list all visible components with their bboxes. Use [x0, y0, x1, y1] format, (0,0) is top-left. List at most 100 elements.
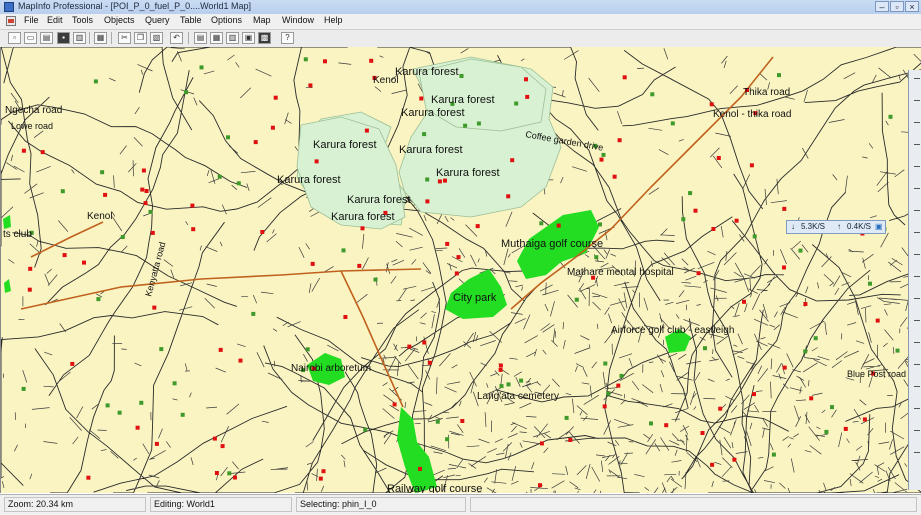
fuel-station-marker[interactable] [602, 404, 607, 409]
poi-marker[interactable] [459, 74, 464, 78]
fuel-station-marker[interactable] [711, 227, 716, 231]
fuel-station-marker[interactable] [40, 150, 45, 155]
fuel-station-marker[interactable] [392, 402, 397, 407]
fuel-station-marker[interactable] [27, 287, 32, 292]
poi-marker[interactable] [120, 235, 125, 239]
menu-help[interactable]: Help [324, 15, 343, 25]
menu-query[interactable]: Query [145, 15, 170, 25]
fuel-station-marker[interactable] [214, 471, 219, 475]
undo-button[interactable]: ↶ [170, 32, 183, 44]
fuel-station-marker[interactable] [524, 77, 528, 82]
fuel-station-marker[interactable] [360, 226, 365, 231]
poi-marker[interactable] [813, 336, 818, 341]
fuel-station-marker[interactable] [238, 358, 243, 363]
map-window[interactable]: Karura forest Karura forest Karura fores… [0, 47, 921, 493]
fuel-station-marker[interactable] [144, 189, 149, 193]
fuel-station-marker[interactable] [875, 318, 880, 323]
fuel-station-marker[interactable] [321, 469, 326, 474]
close-button[interactable]: × [905, 1, 919, 12]
fuel-station-marker[interactable] [538, 483, 542, 488]
new-grapher-button[interactable]: ▥ [226, 32, 239, 44]
poi-marker[interactable] [895, 348, 900, 353]
poi-marker[interactable] [670, 121, 675, 126]
poi-marker[interactable] [476, 121, 481, 126]
open-workspace-button[interactable]: ▤ [40, 32, 53, 44]
fuel-station-marker[interactable] [862, 417, 867, 422]
poi-marker[interactable] [425, 177, 430, 182]
fuel-station-marker[interactable] [749, 163, 754, 168]
poi-marker[interactable] [649, 421, 653, 426]
print-button[interactable]: ▦ [94, 32, 107, 44]
poi-marker[interactable] [305, 347, 310, 352]
poi-marker[interactable] [603, 361, 608, 366]
fuel-station-marker[interactable] [82, 260, 86, 265]
fuel-station-marker[interactable] [220, 444, 225, 449]
editing-status[interactable]: Editing: World1 [150, 497, 292, 512]
poi-marker[interactable] [601, 152, 606, 157]
fuel-station-marker[interactable] [364, 128, 369, 133]
fuel-station-marker[interactable] [143, 201, 148, 206]
fuel-station-marker[interactable] [616, 383, 621, 388]
fuel-station-marker[interactable] [460, 419, 465, 423]
poi-marker[interactable] [60, 189, 65, 194]
poi-marker[interactable] [514, 101, 519, 106]
fuel-station-marker[interactable] [803, 302, 808, 306]
fuel-station-marker[interactable] [308, 83, 313, 88]
fuel-station-marker[interactable] [599, 157, 604, 162]
fuel-station-marker[interactable] [782, 265, 786, 270]
save-copy-button[interactable]: ▥ [73, 32, 86, 44]
copy-button[interactable]: ❐ [134, 32, 147, 44]
fuel-station-marker[interactable] [425, 199, 430, 204]
fuel-station-marker[interactable] [190, 203, 195, 208]
fuel-station-marker[interactable] [62, 253, 67, 258]
poi-marker[interactable] [574, 297, 579, 302]
fuel-station-marker[interactable] [742, 299, 746, 304]
minimize-button[interactable]: – [875, 1, 889, 12]
poi-marker[interactable] [868, 281, 872, 286]
poi-marker[interactable] [251, 311, 256, 316]
fuel-station-marker[interactable] [782, 365, 787, 370]
poi-marker[interactable] [539, 221, 544, 226]
poi-marker[interactable] [96, 297, 101, 302]
fuel-station-marker[interactable] [718, 406, 723, 411]
fuel-station-marker[interactable] [556, 223, 561, 228]
fuel-station-marker[interactable] [318, 476, 323, 481]
document-icon[interactable] [6, 16, 16, 26]
fuel-station-marker[interactable] [357, 263, 362, 268]
menu-window[interactable]: Window [282, 15, 314, 25]
fuel-station-marker[interactable] [427, 360, 432, 365]
poi-marker[interactable] [199, 65, 204, 70]
menu-tools[interactable]: Tools [72, 15, 93, 25]
poi-marker[interactable] [139, 400, 144, 405]
redistrict-button[interactable]: ▩ [258, 32, 271, 44]
poi-marker[interactable] [650, 92, 655, 97]
poi-marker[interactable] [100, 170, 105, 175]
fuel-station-marker[interactable] [310, 261, 315, 266]
restore-button[interactable]: ▫ [890, 1, 904, 12]
fuel-station-marker[interactable] [233, 475, 237, 480]
fuel-station-marker[interactable] [314, 159, 319, 164]
poi-marker[interactable] [422, 132, 427, 137]
fuel-station-marker[interactable] [782, 206, 787, 211]
fuel-station-marker[interactable] [419, 96, 424, 101]
new-table-button[interactable]: ▫ [8, 32, 21, 44]
fuel-station-marker[interactable] [612, 174, 617, 179]
new-browser-button[interactable]: ▤ [194, 32, 207, 44]
fuel-station-marker[interactable] [270, 125, 275, 130]
poi-marker[interactable] [798, 248, 803, 253]
fuel-station-marker[interactable] [843, 426, 848, 431]
poi-marker[interactable] [180, 412, 185, 417]
fuel-station-marker[interactable] [218, 347, 223, 352]
poi-marker[interactable] [506, 382, 511, 387]
poi-marker[interactable] [373, 277, 378, 282]
poi-marker[interactable] [830, 405, 834, 410]
help-pointer-button[interactable]: ? [281, 32, 294, 44]
fuel-station-marker[interactable] [498, 367, 503, 372]
open-table-button[interactable]: ▭ [24, 32, 37, 44]
fuel-station-marker[interactable] [809, 396, 814, 401]
fuel-station-marker[interactable] [212, 436, 217, 441]
poi-marker[interactable] [499, 384, 504, 389]
fuel-station-marker[interactable] [510, 158, 515, 163]
poi-marker[interactable] [105, 403, 110, 408]
map-canvas[interactable]: Karura forest Karura forest Karura fores… [1, 47, 921, 493]
